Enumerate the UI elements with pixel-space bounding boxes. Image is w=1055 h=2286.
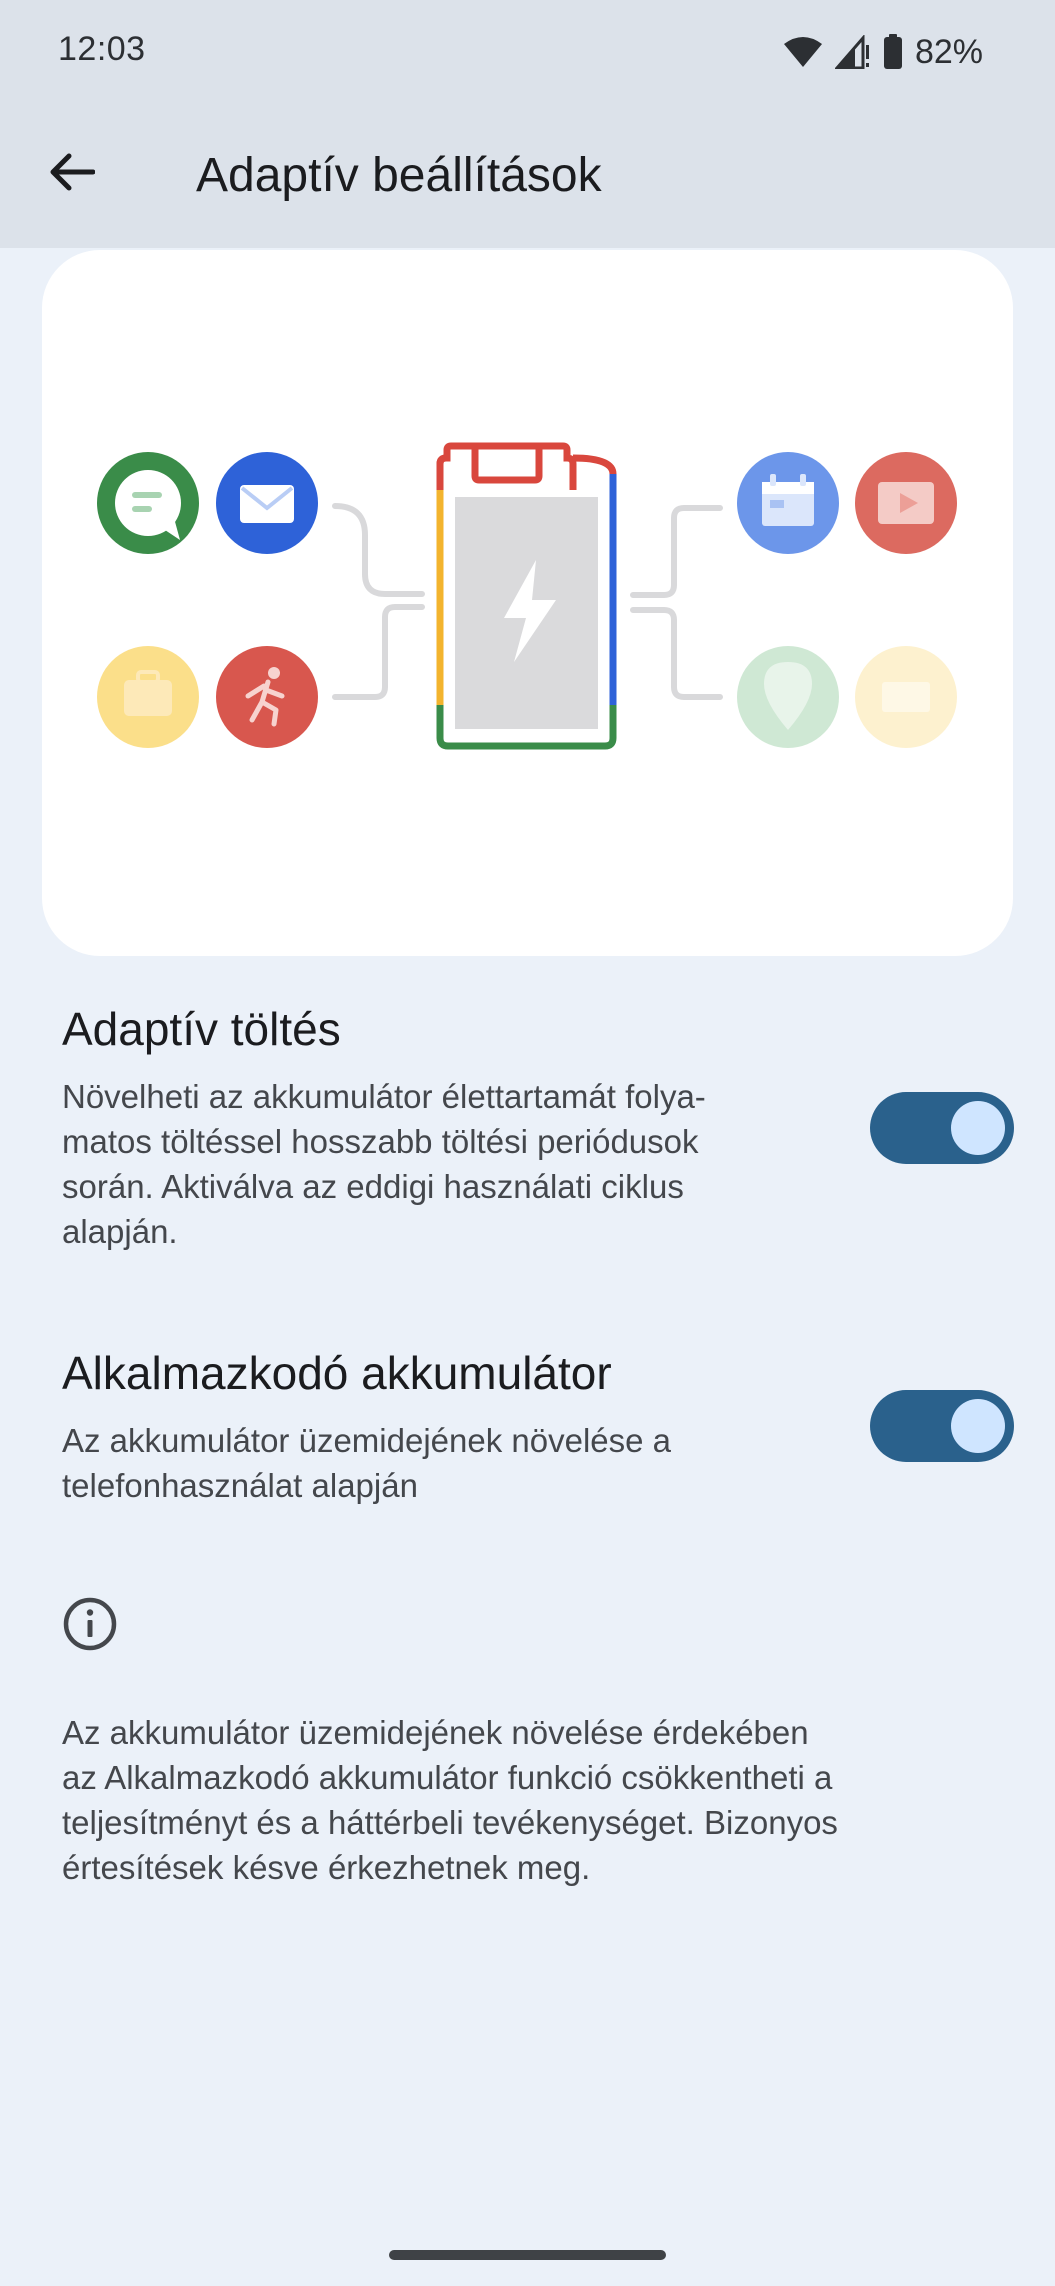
gesture-navigation-bar[interactable] [389,2250,666,2260]
battery-icon [883,34,902,69]
adaptive-battery-description: Az akkumulátor üzemidejének növelése a t… [62,1418,802,1508]
top-bar: 12:03 82% Adaptív beállítások [0,0,1055,248]
connector-line [332,503,425,597]
footer-line: értesítések késve érkezhetnek meg. [62,1849,591,1886]
calendar-app-icon [737,452,839,554]
adaptive-charging-title: Adaptív töltés [62,1003,341,1055]
description-line: alapján. [62,1213,178,1250]
connector-line [630,505,723,598]
description-line: telefonhasználat alapján [62,1467,418,1504]
screen: 12:03 82% Adaptív beállítások Adaptív tö… [0,0,1055,2286]
illustration-card [42,250,1013,956]
toggle-knob [951,1399,1005,1453]
toggle-knob [951,1101,1005,1155]
status-icons: 82% [783,30,983,74]
footer-line: Az akkumulátor üzemidejének növelése érd… [62,1714,809,1751]
message-app-icon [97,452,199,554]
description-line: Növelheti az akkumulátor élettartamát fo… [62,1078,706,1115]
footer-line: teljesítményt és a háttérbeli tevékenysé… [62,1804,838,1841]
mail-app-icon [216,452,318,554]
adaptive-battery-row[interactable]: Alkalmazkodó akkumulátor Az akkumulátor … [0,1344,1055,1524]
description-line: matos töltéssel hosszabb töltési periódu… [62,1123,699,1160]
adaptive-battery-toggle[interactable] [870,1390,1014,1462]
info-icon [63,1597,117,1651]
description-line: Az akkumulátor üzemidejének növelése a [62,1422,672,1459]
charging-battery-icon [436,442,617,750]
battery-percent: 82% [914,32,983,71]
arrow-back-icon [50,153,95,191]
footer-line: az Alkalmazkodó akkumulátor funkció csök… [62,1759,833,1796]
briefcase-app-icon [97,646,199,748]
adaptive-charging-description: Növelheti az akkumulátor élettartamát fo… [62,1074,802,1254]
connector-line [332,604,425,700]
adaptive-battery-illustration [97,442,957,750]
footer-description: Az akkumulátor üzemidejének növelése érd… [62,1710,962,1890]
description-line: során. Aktiválva az eddigi használati ci… [62,1168,684,1205]
back-button[interactable] [40,140,104,204]
adaptive-charging-row[interactable]: Adaptív töltés Növelheti az akkumulátor … [0,1000,1055,1260]
adaptive-battery-title: Alkalmazkodó akkumulátor [62,1347,612,1399]
fitness-app-icon [216,646,318,748]
status-time: 12:03 [58,30,146,68]
connector-line [630,607,723,700]
video-app-icon [855,452,957,554]
page-title: Adaptív beállítások [196,149,602,202]
tv-app-icon [855,646,957,748]
adaptive-charging-toggle[interactable] [870,1092,1014,1164]
wifi-icon [783,37,822,67]
maps-app-icon [737,646,839,748]
cell-signal-icon [834,35,869,69]
